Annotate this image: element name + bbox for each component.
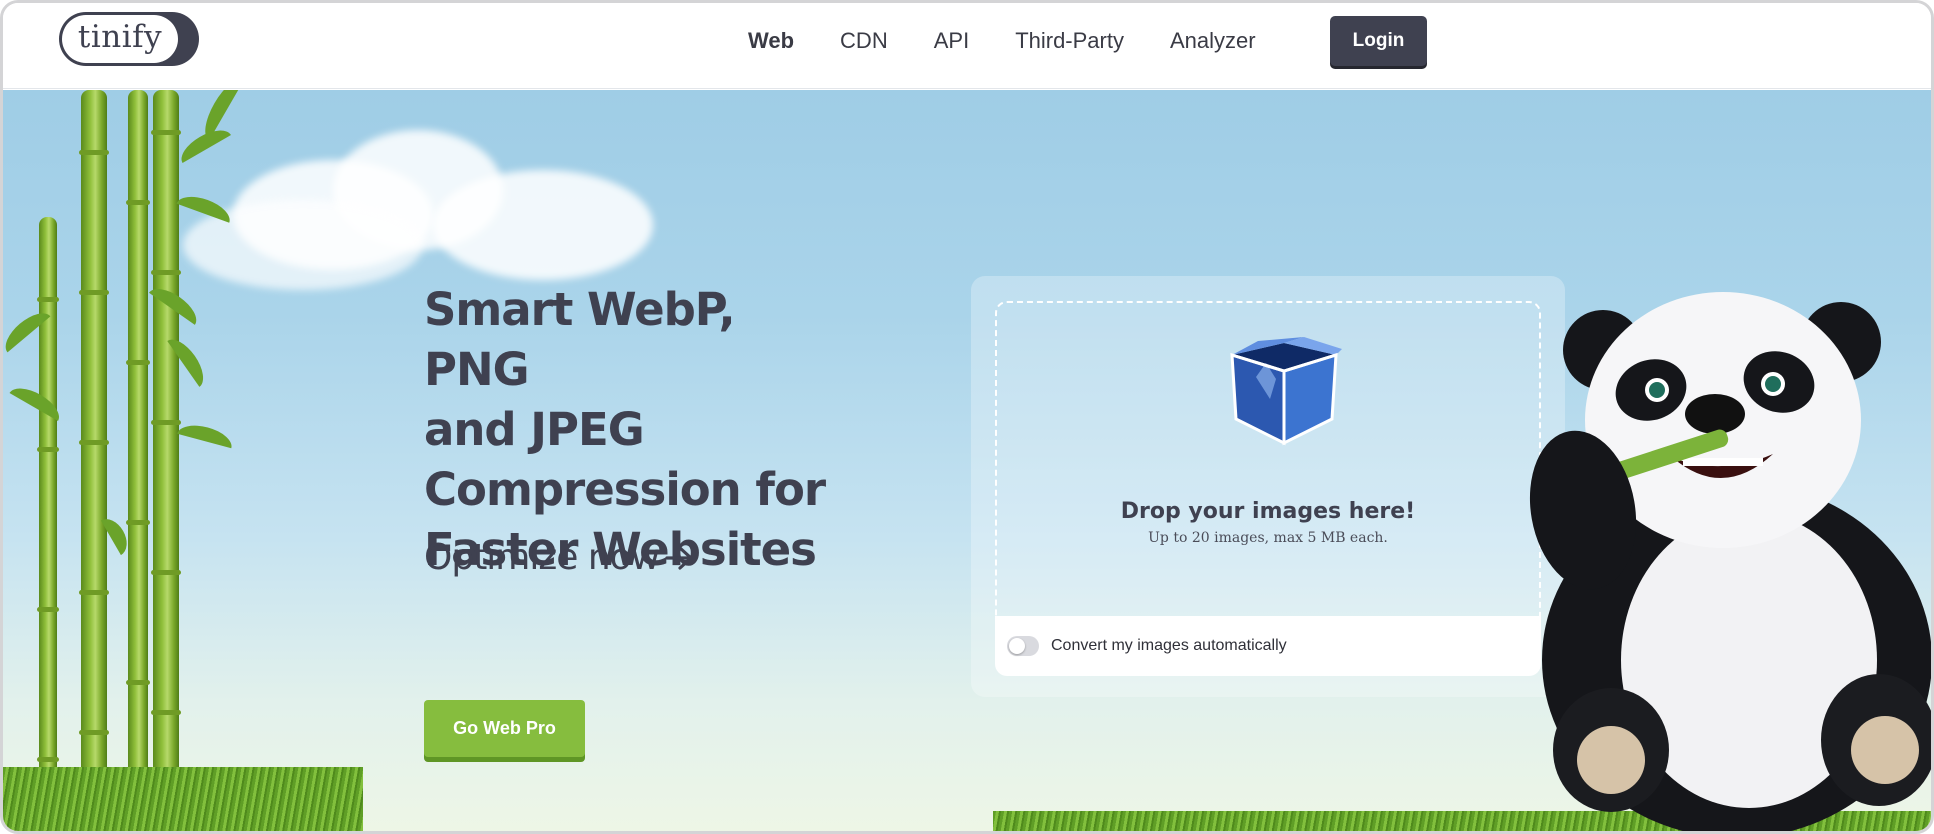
toggle-knob <box>1009 638 1025 654</box>
convert-option-row: Convert my images automatically <box>995 616 1541 676</box>
optimize-now-link[interactable]: Optimize now <box>424 537 695 578</box>
login-button[interactable]: Login <box>1330 16 1427 66</box>
optimize-now-label: Optimize now <box>424 537 660 578</box>
browser-frame: tinify Web CDN API Third-Party Analyzer … <box>0 0 1934 834</box>
logo-text: tinify <box>77 19 163 55</box>
tinify-logo[interactable]: tinify <box>59 12 199 66</box>
convert-label: Convert my images automatically <box>1051 637 1287 654</box>
drop-zone-subtitle: Up to 20 images, max 5 MB each. <box>1148 530 1388 546</box>
hero-headline: Smart WebP, PNG and JPEG Compression for… <box>424 283 826 576</box>
main-nav: Web CDN API Third-Party Analyzer <box>748 27 1302 55</box>
image-drop-zone[interactable]: Drop your images here! Up to 20 images, … <box>995 301 1541 616</box>
nav-item-cdn[interactable]: CDN <box>840 27 888 55</box>
open-box-icon <box>1222 333 1346 456</box>
arrow-right-icon <box>665 544 695 572</box>
convert-toggle[interactable] <box>1007 636 1039 656</box>
go-web-pro-button[interactable]: Go Web Pro <box>424 700 585 757</box>
nav-item-third-party[interactable]: Third-Party <box>1015 27 1124 55</box>
panda-mascot-illustration <box>1523 270 1931 831</box>
upload-panel: Drop your images here! Up to 20 images, … <box>971 276 1565 697</box>
nav-item-analyzer[interactable]: Analyzer <box>1170 27 1256 55</box>
cloud-illustration <box>433 170 653 280</box>
nav-item-web[interactable]: Web <box>748 27 794 55</box>
hero-section: Smart WebP, PNG and JPEG Compression for… <box>3 90 1931 831</box>
drop-zone-title: Drop your images here! <box>1120 499 1416 524</box>
top-navigation-bar: tinify Web CDN API Third-Party Analyzer … <box>3 3 1931 89</box>
grass-illustration <box>3 767 363 831</box>
nav-item-api[interactable]: API <box>934 27 969 55</box>
